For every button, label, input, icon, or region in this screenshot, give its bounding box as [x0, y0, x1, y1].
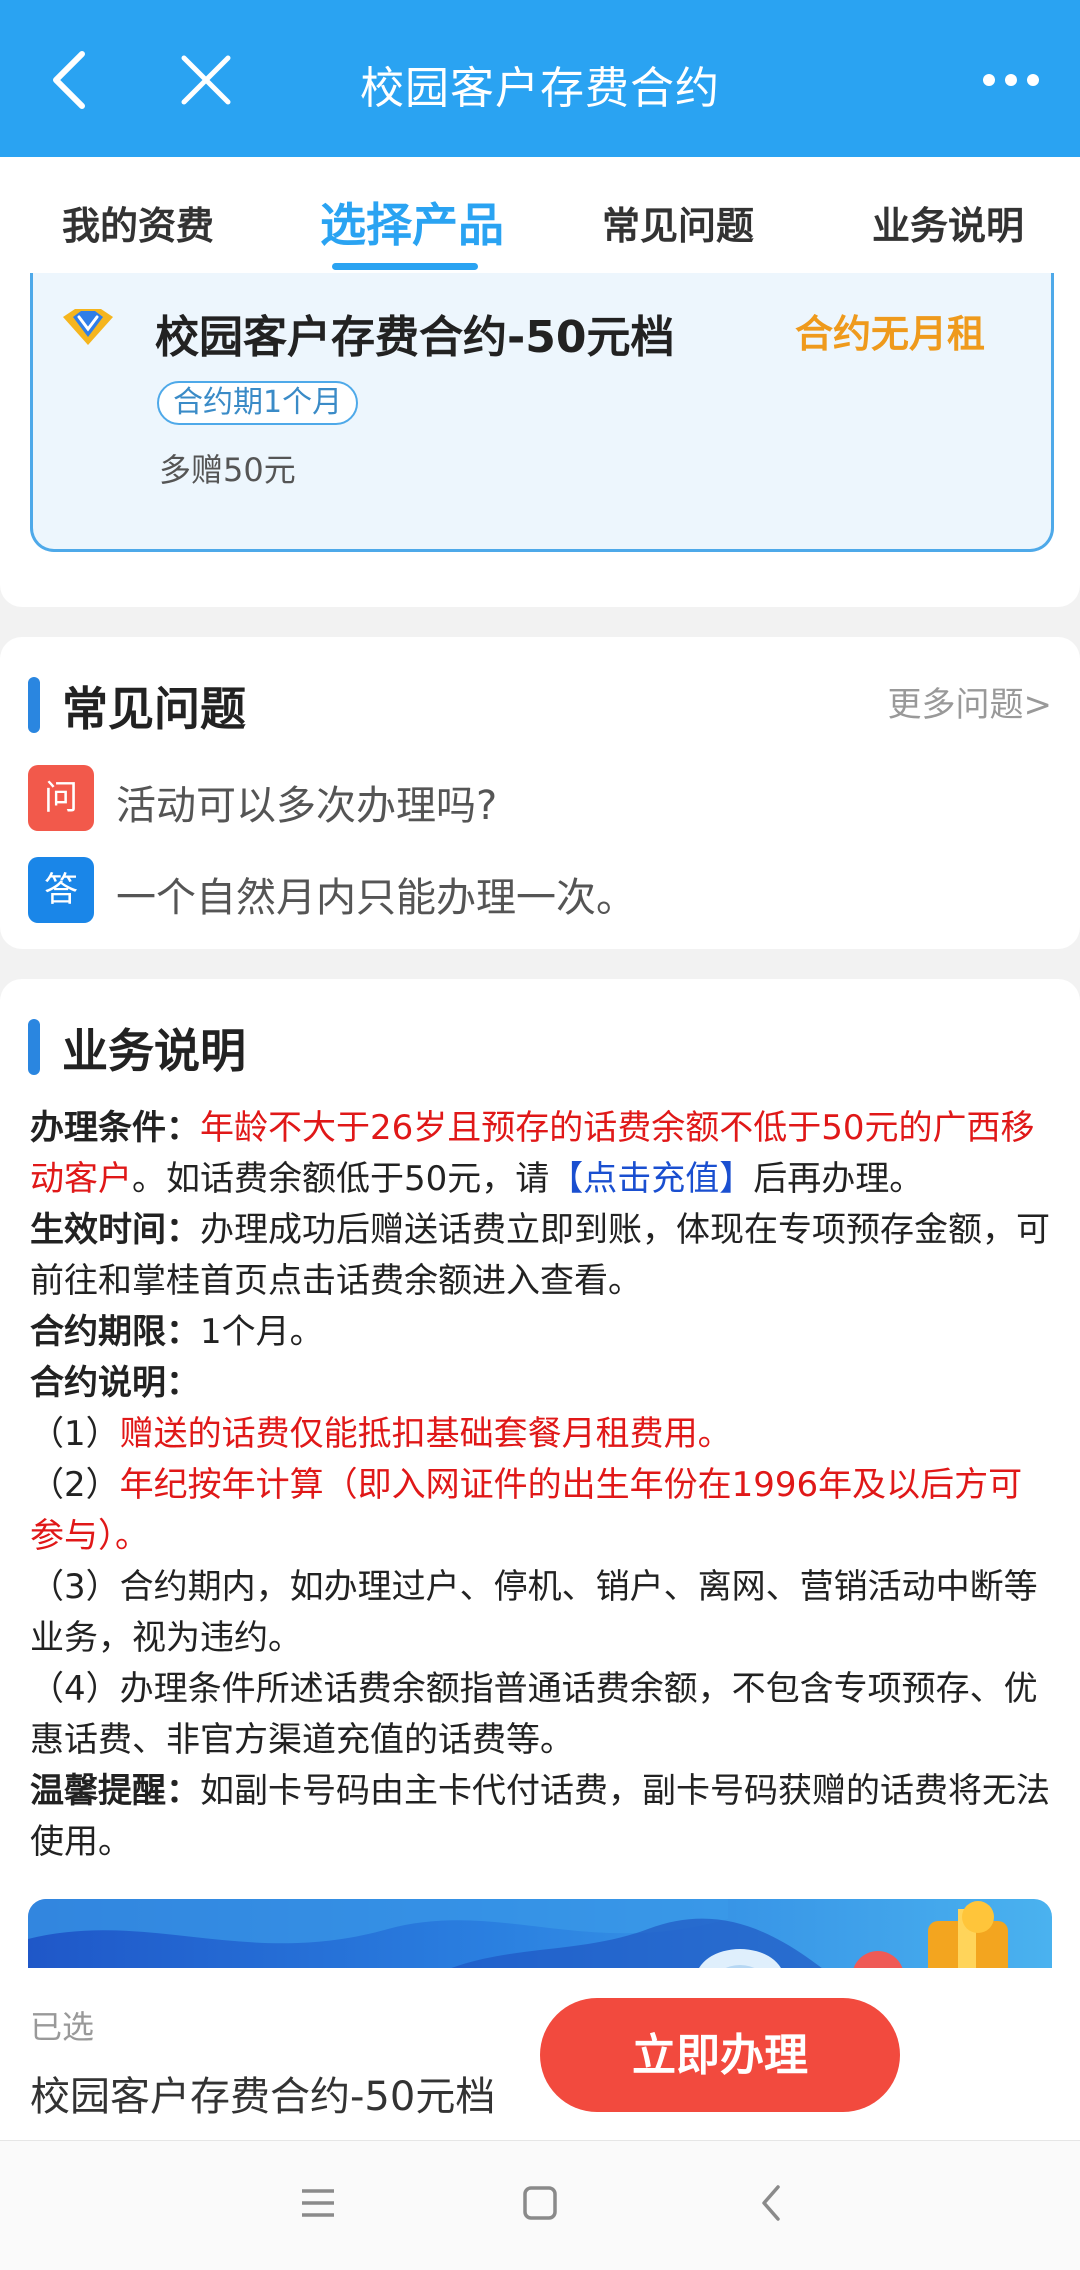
nav-menu-icon[interactable]	[300, 2183, 336, 2227]
diamond-badge-icon	[61, 307, 115, 351]
tip-label: 温馨提醒：	[30, 1771, 200, 1811]
faq-question: 活动可以多次办理吗?	[116, 783, 498, 829]
condition-label: 办理条件：	[30, 1108, 200, 1148]
recharge-link[interactable]: 【点击充值】	[549, 1159, 753, 1199]
faq-title: 常见问题	[62, 682, 246, 736]
business-section: 业务说明 办理条件：年龄不大于26岁且预存的话费余额不低于50元的广西移动客户。…	[0, 979, 1080, 1989]
term-label: 合约期限：	[30, 1312, 200, 1352]
nav-home-icon[interactable]	[522, 2183, 558, 2227]
notes-label-paragraph: 合约说明：	[30, 1358, 1055, 1409]
section-marker	[28, 677, 40, 733]
selected-product: 校园客户存费合约-50元档	[30, 2074, 496, 2120]
note-3: （3）合约期内，如办理过户、停机、销户、离网、营销活动中断等业务，视为违约。	[30, 1567, 1038, 1658]
tab-my-tariff[interactable]: 我的资费	[62, 195, 214, 250]
tab-business-info[interactable]: 业务说明	[872, 195, 1024, 250]
note-2-number: （2）	[30, 1465, 120, 1505]
answer-badge: 答	[28, 857, 94, 923]
condition-paragraph: 办理条件：年龄不大于26岁且预存的话费余额不低于50元的广西移动客户。如话费余额…	[30, 1103, 1055, 1205]
note-2: （2）年纪按年计算（即入网证件的出生年份在1996年及以后方可参与）。	[30, 1460, 1055, 1562]
product-section: 校园客户存费合约-50元档 合约无月租 合约期1个月 多赠50元	[0, 273, 1080, 607]
note-4: （4）办理条件所述话费余额指普通话费余额，不包含专项预存、优惠话费、非官方渠道充…	[30, 1669, 1038, 1760]
bottom-action-bar: 已选 校园客户存费合约-50元档 立即办理	[0, 1968, 1080, 2140]
page-title: 校园客户存费合约	[360, 63, 720, 114]
more-questions-link[interactable]: 更多问题>	[888, 677, 1053, 726]
note-1-text: 赠送的话费仅能抵扣基础套餐月租费用。	[119, 1414, 732, 1454]
notes-label: 合约说明：	[30, 1363, 200, 1403]
effect-label: 生效时间：	[30, 1210, 200, 1250]
active-tab-indicator	[332, 263, 478, 270]
product-card[interactable]: 校园客户存费合约-50元档 合约无月租 合约期1个月 多赠50元	[30, 273, 1054, 552]
note-2-text: 年纪按年计算（即入网证件的出生年份在1996年及以后方可参与）。	[30, 1465, 1023, 1556]
note-1-number: （1）	[30, 1414, 120, 1454]
period-tag: 合约期1个月	[157, 381, 359, 425]
apply-now-button[interactable]: 立即办理	[540, 1998, 900, 2112]
note-1: （1）赠送的话费仅能抵扣基础套餐月租费用。	[30, 1409, 1055, 1460]
selected-label: 已选	[30, 2008, 95, 2046]
term-text: 1个月。	[200, 1312, 324, 1352]
tab-bar: 我的资费 选择产品 常见问题 业务说明	[0, 157, 1080, 275]
condition-mid: 。如话费余额低于50元，请	[132, 1159, 550, 1199]
nav-back-icon[interactable]	[756, 2183, 786, 2227]
business-description: 办理条件：年龄不大于26岁且预存的话费余额不低于50元的广西移动客户。如话费余额…	[30, 1103, 1055, 1868]
tip-paragraph: 温馨提醒：如副卡号码由主卡代付话费，副卡号码获赠的话费将无法使用。	[30, 1766, 1055, 1868]
tab-faq[interactable]: 常见问题	[602, 195, 754, 250]
rent-note: 合约无月租	[795, 312, 986, 356]
system-nav-bar	[0, 2140, 1080, 2270]
tab-select-product[interactable]: 选择产品	[320, 189, 504, 255]
section-marker	[28, 1019, 40, 1075]
question-badge: 问	[28, 765, 94, 831]
app-header: 校园客户存费合约	[0, 0, 1080, 157]
more-dots-icon[interactable]	[982, 72, 1040, 91]
effect-paragraph: 生效时间：办理成功后赠送话费立即到账，体现在专项预存金额，可前往和掌桂首页点击话…	[30, 1205, 1055, 1307]
faq-answer: 一个自然月内只能办理一次。	[116, 875, 636, 921]
business-title: 业务说明	[62, 1024, 246, 1078]
faq-section: 常见问题 更多问题> 问 活动可以多次办理吗? 答 一个自然月内只能办理一次。	[0, 637, 1080, 949]
term-paragraph: 合约期限：1个月。	[30, 1307, 1055, 1358]
condition-end: 后再办理。	[753, 1159, 924, 1199]
bonus-text: 多赠50元	[159, 451, 296, 489]
product-name: 校园客户存费合约-50元档	[155, 312, 675, 363]
